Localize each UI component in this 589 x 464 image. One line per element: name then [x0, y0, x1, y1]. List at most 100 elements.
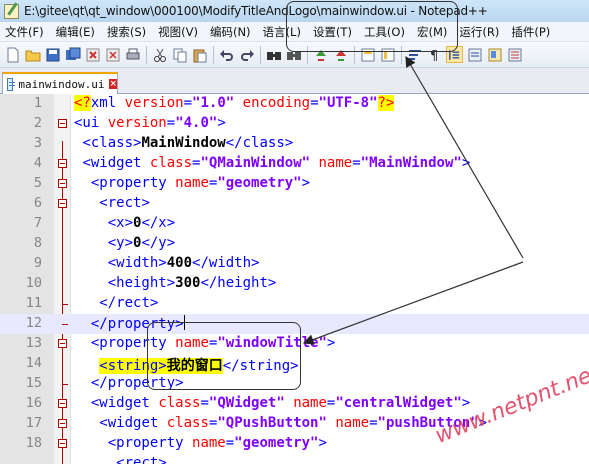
fold-end-marker — [62, 304, 68, 305]
save-all-icon[interactable] — [64, 46, 81, 63]
code-line-5: 5 <property name="geometry"> — [0, 174, 589, 194]
find-icon[interactable] — [265, 46, 282, 63]
fold-end-marker — [62, 384, 68, 385]
code-line-11: 11 </rect> — [0, 294, 589, 314]
code-line-3: 3 <class>MainWindow</class> — [0, 134, 589, 154]
menu-edit[interactable]: 编辑(E) — [56, 24, 95, 40]
xml-tag: <string> — [99, 358, 167, 374]
code-line-18: 18 <property name="geometry"> — [0, 434, 589, 454]
menu-macro[interactable]: 宏(M) — [417, 24, 447, 40]
xml-attr: name — [192, 435, 226, 451]
xml-attr-value: "geometry" — [217, 175, 302, 191]
code-line-12: 12 </property> — [0, 314, 589, 334]
xml-tag: > — [217, 115, 226, 131]
xml-tag: </x> — [141, 215, 176, 231]
save-icon[interactable] — [44, 46, 61, 63]
notepad-plus-plus-icon — [4, 3, 19, 19]
xml-tag: </string> — [222, 358, 299, 374]
line-number: 7 — [33, 215, 42, 231]
menu-bar: 文件(F) 编辑(E) 搜索(S) 视图(V) 编码(N) 语言(L) 设置(T… — [0, 22, 589, 42]
xml-attr: name — [293, 395, 327, 411]
xml-pi-close: ?> — [377, 95, 395, 111]
code-line-9: 9 <width>400</width> — [0, 254, 589, 274]
sync-vertical-icon[interactable] — [359, 46, 376, 63]
redo-icon[interactable] — [238, 46, 255, 63]
replace-icon[interactable] — [285, 46, 302, 63]
fold-toggle-icon[interactable] — [58, 199, 67, 208]
word-wrap-icon[interactable] — [406, 46, 423, 63]
toolbar: ¶ — [0, 42, 589, 68]
fold-toggle-icon[interactable] — [58, 179, 67, 188]
zoom-out-icon[interactable] — [332, 46, 349, 63]
undo-icon[interactable] — [218, 46, 235, 63]
toolbar-separator — [213, 45, 214, 64]
xml-tag: <class> — [82, 135, 142, 151]
line-number: 8 — [33, 235, 42, 251]
xml-tag: <ui — [74, 115, 100, 131]
close-all-icon[interactable] — [104, 46, 121, 63]
xml-tag: <y> — [107, 235, 134, 251]
menu-encoding[interactable]: 编码(N) — [210, 24, 251, 40]
xml-attr-value: "MainWindow" — [360, 155, 462, 171]
xml-tag: <property — [90, 175, 167, 191]
xml-attr: name — [175, 175, 209, 191]
sync-horizontal-icon[interactable] — [379, 46, 396, 63]
tab-close-icon[interactable]: × — [109, 79, 117, 89]
xml-text: 300 — [175, 275, 201, 291]
print-icon[interactable] — [124, 46, 141, 63]
fold-toggle-icon[interactable] — [58, 399, 67, 408]
menu-file[interactable]: 文件(F) — [5, 24, 44, 40]
line-number: 13 — [25, 335, 42, 351]
xml-tag: > — [301, 175, 311, 191]
indent-guide-icon[interactable] — [446, 46, 463, 63]
fold-toggle-icon[interactable] — [58, 119, 67, 128]
xml-tag: > — [461, 155, 471, 171]
fold-toggle-icon[interactable] — [58, 339, 67, 348]
xml-attr: name — [318, 155, 353, 171]
xml-attr: encoding — [242, 95, 311, 111]
fold-toggle-icon[interactable] — [58, 159, 67, 168]
function-list-icon[interactable] — [506, 46, 523, 63]
fold-toggle-icon[interactable] — [58, 439, 67, 448]
code-line-19: <rect> — [0, 454, 589, 464]
toolbar-separator — [307, 45, 308, 64]
xml-tag: > — [326, 335, 336, 351]
menu-run[interactable]: 运行(R) — [459, 24, 499, 40]
window-title-value: 我的窗口 — [166, 358, 223, 374]
close-icon[interactable] — [84, 46, 101, 63]
xml-tag: </rect> — [99, 295, 159, 311]
tab-mainwindow-ui[interactable]: mainwindow.ui × — [2, 72, 118, 94]
xml-tag: <height> — [107, 275, 176, 291]
udl-icon[interactable] — [466, 46, 483, 63]
xml-attr-value: "geometry" — [234, 435, 319, 451]
xml-tag: <widget — [99, 415, 159, 431]
xml-attr-value: "windowTitle" — [217, 335, 327, 351]
show-all-chars-icon[interactable]: ¶ — [426, 46, 443, 63]
xml-attr: version — [107, 115, 167, 131]
line-number: 9 — [33, 255, 42, 271]
paste-icon[interactable] — [191, 46, 208, 63]
xml-tag: </width> — [192, 255, 260, 271]
xml-tag: </height> — [200, 275, 277, 291]
menu-language[interactable]: 语言(L) — [263, 24, 301, 40]
zoom-in-icon[interactable] — [312, 46, 329, 63]
xml-tag: <width> — [107, 255, 167, 271]
toolbar-separator — [401, 45, 402, 64]
xml-attr-value: "QWidget" — [208, 395, 285, 411]
menu-search[interactable]: 搜索(S) — [107, 24, 146, 40]
menu-settings[interactable]: 设置(T) — [313, 24, 352, 40]
cut-icon[interactable] — [151, 46, 168, 63]
menu-plugins[interactable]: 插件(P) — [511, 24, 550, 40]
xml-attr: name — [335, 415, 370, 431]
code-line-13: 13 <property name="windowTitle"> — [0, 334, 589, 354]
fold-toggle-icon[interactable] — [58, 419, 67, 428]
doc-map-icon[interactable] — [486, 46, 503, 63]
menu-view[interactable]: 视图(V) — [158, 24, 198, 40]
new-file-icon[interactable] — [4, 46, 21, 63]
line-number: 16 — [25, 395, 42, 411]
copy-icon[interactable] — [171, 46, 188, 63]
xml-tag: <rect> — [116, 455, 167, 464]
text-cursor — [183, 315, 185, 330]
open-file-icon[interactable] — [24, 46, 41, 63]
menu-tools[interactable]: 工具(O) — [364, 24, 405, 40]
